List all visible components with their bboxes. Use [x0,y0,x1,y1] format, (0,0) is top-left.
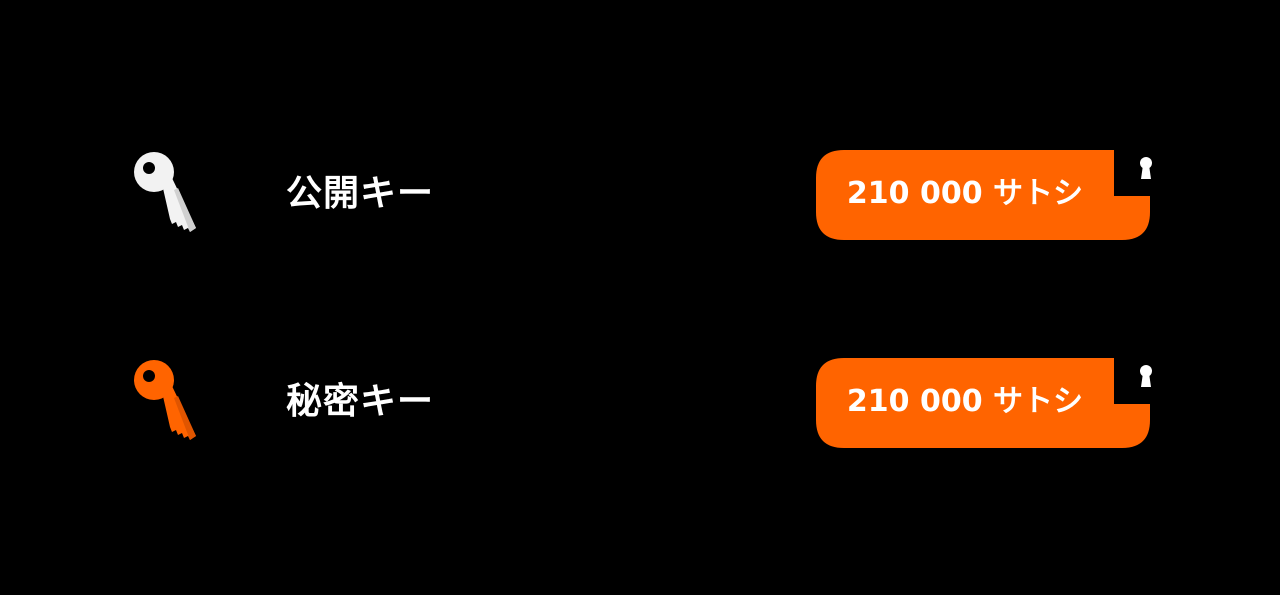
keyhole-icon [1136,155,1156,183]
keyhole-icon [1136,363,1156,391]
public-key-icon [132,150,202,240]
private-key-amount: 210 000 サトシ [846,384,1084,419]
private-key-amount-badge: 210 000 サトシ [816,358,1152,448]
public-key-amount: 210 000 サトシ [846,176,1084,211]
public-key-label: 公開キー [286,173,435,214]
private-key-row: 秘密キー 210 000 サトシ [0,350,1280,460]
private-key-label: 秘密キー [286,381,435,422]
public-key-amount-badge: 210 000 サトシ [816,150,1152,240]
public-key-row: 公開キー 210 000 サトシ [0,142,1280,252]
private-key-icon [132,358,202,448]
